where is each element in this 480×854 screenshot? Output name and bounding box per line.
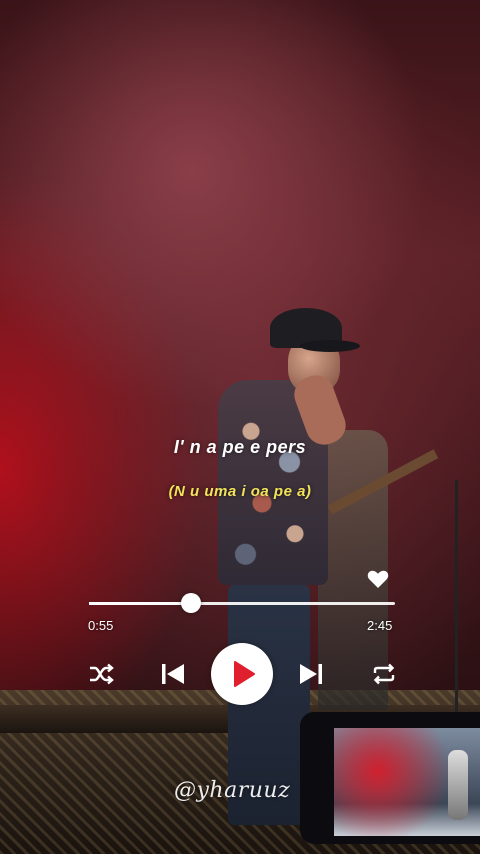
skip-previous-icon [162,664,184,684]
mic-stand [455,480,458,740]
shuffle-icon [90,663,114,685]
previous-button[interactable] [158,659,188,689]
heart-icon[interactable] [366,567,390,591]
next-button[interactable] [296,659,326,689]
progress-knob[interactable] [180,593,201,613]
concert-background [0,0,480,854]
elapsed-time: 0:55 [88,618,114,633]
skip-next-icon [300,664,322,684]
play-icon [234,661,255,687]
progress-fill [89,602,191,605]
performer-cap-brim [300,340,360,352]
phone-display-figure [448,750,468,820]
progress-bar[interactable] [89,593,395,613]
repeat-icon [373,663,395,685]
lyric-translation: (N u uma i oa pe a) [168,483,312,500]
total-time: 2:45 [367,618,393,633]
shuffle-button[interactable] [87,660,115,688]
lyric-line: I' n a pe e pers [173,437,307,457]
play-button[interactable] [211,643,273,705]
repeat-button[interactable] [370,660,398,688]
watermark: @yharuuz [174,778,291,803]
